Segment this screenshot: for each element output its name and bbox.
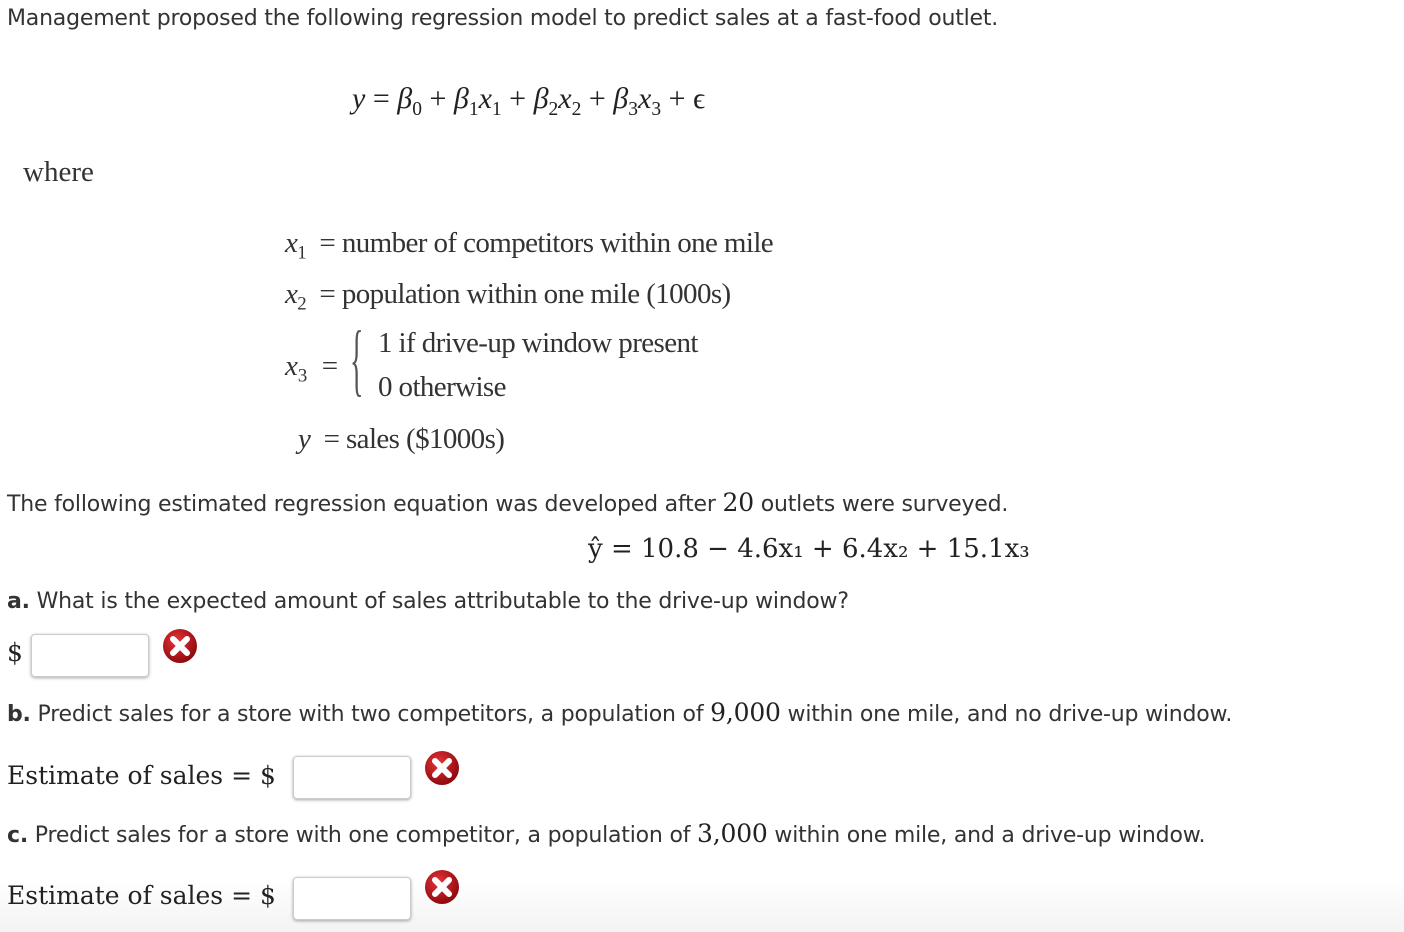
estimated-equation: ŷ = 10.8 − 4.6x₁ + 6.4x₂ + 15.1x₃ — [588, 534, 1030, 564]
where-label: where — [23, 156, 94, 188]
estimated-intro: The following estimated regression equat… — [7, 488, 1009, 517]
model-equation: y = β0 + β1x1 + β2x2 + β3x3 + ϵ — [352, 82, 706, 120]
brace-symbol: { — [350, 316, 364, 404]
answer-label-b: Estimate of sales = $ — [7, 761, 276, 790]
dollar-sign-a: $ — [7, 638, 23, 667]
answer-label-c: Estimate of sales = $ — [7, 881, 276, 910]
intro-text: Management proposed the following regres… — [7, 6, 999, 31]
question-a: a. What is the expected amount of sales … — [7, 589, 849, 614]
definition-x1: x1 = number of competitors within one mi… — [285, 227, 774, 264]
answer-input-a[interactable] — [31, 634, 149, 677]
incorrect-x-icon — [163, 629, 197, 663]
answer-input-b[interactable] — [293, 756, 411, 799]
incorrect-x-icon — [425, 751, 459, 785]
definition-x2: x2 = population within one mile (1000s) — [285, 278, 731, 315]
answer-input-c[interactable] — [293, 877, 411, 920]
incorrect-x-icon — [425, 870, 459, 904]
definition-x3-case1: 1 if drive-up window present — [378, 327, 698, 359]
definition-x3-var: x3 = — [285, 350, 339, 387]
question-b: b. Predict sales for a store with two co… — [7, 698, 1233, 727]
question-c: c. Predict sales for a store with one co… — [7, 819, 1206, 848]
definition-x3-case2: 0 otherwise — [378, 371, 507, 403]
definition-y: y = sales ($1000s) — [298, 423, 505, 455]
